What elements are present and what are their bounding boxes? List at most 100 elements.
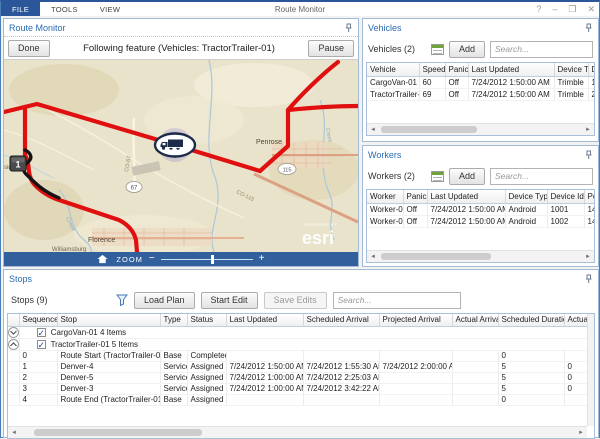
table-row[interactable]: 0 Route Start (TractorTrailer-01) Base C…: [8, 350, 595, 361]
col-status[interactable]: Status: [187, 314, 226, 326]
cell[interactable]: [226, 350, 303, 361]
cell[interactable]: Service: [160, 372, 187, 383]
group-row[interactable]: ✓ CargoVan-01 4 Items: [8, 326, 595, 338]
scrollbar-thumb[interactable]: [381, 253, 491, 260]
col-speed[interactable]: Speed: [419, 63, 445, 76]
add-vehicle-button[interactable]: Add: [449, 41, 485, 58]
cell[interactable]: 14: [584, 203, 595, 215]
cell[interactable]: 0: [498, 394, 564, 405]
cell[interactable]: Trimble: [554, 88, 588, 100]
cell[interactable]: 1: [588, 76, 595, 88]
scroll-right-icon[interactable]: ►: [582, 251, 594, 262]
zoom-in-button[interactable]: +: [259, 254, 265, 264]
cell[interactable]: [226, 394, 303, 405]
cell[interactable]: Service: [160, 383, 187, 394]
cell[interactable]: Off: [445, 88, 468, 100]
table-row[interactable]: CargoVan-01 60 Off 7/24/2012 1:50:00 AM …: [367, 76, 595, 88]
done-button[interactable]: Done: [8, 40, 50, 57]
load-plan-button[interactable]: Load Plan: [134, 292, 195, 309]
cell[interactable]: 7/24/2012 1:55:30 AM: [303, 361, 379, 372]
cell[interactable]: Denver-3: [57, 383, 160, 394]
cell[interactable]: [452, 394, 498, 405]
stops-search-input[interactable]: [333, 292, 461, 309]
cell[interactable]: 2: [588, 88, 595, 100]
cell[interactable]: 5: [498, 383, 564, 394]
col-device-type[interactable]: Device Type: [554, 63, 588, 76]
cell[interactable]: [452, 372, 498, 383]
col-device-id[interactable]: Device Id: [588, 63, 595, 76]
cell[interactable]: Base: [160, 350, 187, 361]
cell[interactable]: Off: [445, 76, 468, 88]
cell[interactable]: [452, 383, 498, 394]
col-last-updated[interactable]: Last Updated: [226, 314, 303, 326]
col-scheduled-arrival[interactable]: Scheduled Arrival: [303, 314, 379, 326]
save-edits-button[interactable]: Save Edits: [264, 292, 327, 309]
col-projected-arrival[interactable]: Projected Arrival: [379, 314, 452, 326]
cell[interactable]: Off: [403, 203, 427, 215]
horizontal-scrollbar[interactable]: ◄ ►: [367, 123, 594, 135]
scroll-left-icon[interactable]: ◄: [8, 427, 20, 438]
cell[interactable]: 4: [19, 394, 57, 405]
cell[interactable]: Completed: [187, 350, 226, 361]
menu-file[interactable]: FILE: [1, 2, 40, 16]
cell[interactable]: 7/24/2012 1:50:00 AM: [427, 215, 505, 227]
col-vehicle[interactable]: Vehicle: [367, 63, 419, 76]
cell[interactable]: 2: [19, 372, 57, 383]
add-worker-button[interactable]: Add: [449, 168, 485, 185]
scroll-left-icon[interactable]: ◄: [367, 124, 379, 135]
vertical-scrollbar[interactable]: [587, 314, 594, 426]
table-row[interactable]: 3 Denver-3 Service Assigned 7/24/2012 1:…: [8, 383, 595, 394]
cell[interactable]: [379, 372, 452, 383]
list-view-icon[interactable]: [431, 171, 444, 182]
col-per-hour[interactable]: Per H: [584, 190, 595, 203]
horizontal-scrollbar[interactable]: ◄ ►: [8, 426, 587, 438]
cell[interactable]: 7/24/2012 2:00:00 AM: [379, 361, 452, 372]
scroll-right-icon[interactable]: ►: [582, 124, 594, 135]
cell[interactable]: 5: [498, 372, 564, 383]
scrollbar-thumb[interactable]: [34, 429, 202, 436]
cell[interactable]: 69: [419, 88, 445, 100]
cell[interactable]: [303, 350, 379, 361]
cell[interactable]: Route End (TractorTrailer-01): [57, 394, 160, 405]
close-icon[interactable]: ✕: [587, 4, 595, 15]
menu-tools[interactable]: TOOLS: [40, 2, 89, 16]
cell[interactable]: 7/24/2012 1:00:00 AM: [226, 383, 303, 394]
col-last-updated[interactable]: Last Updated: [468, 63, 554, 76]
cell[interactable]: Assigned: [187, 394, 226, 405]
cell[interactable]: TractorTrailer-01: [367, 88, 419, 100]
table-row[interactable]: Worker-01 Off 7/24/2012 1:50:00 AM Andro…: [367, 203, 595, 215]
cell[interactable]: Assigned: [187, 383, 226, 394]
pause-button[interactable]: Pause: [308, 40, 354, 57]
minimize-icon[interactable]: –: [552, 4, 557, 14]
map-canvas[interactable]: 67 115 CO-67 CO-115 Creek Creek Penrose …: [4, 60, 358, 252]
scroll-left-icon[interactable]: ◄: [367, 251, 379, 262]
cell[interactable]: 0: [498, 350, 564, 361]
col-panic[interactable]: Panic: [445, 63, 468, 76]
pin-icon[interactable]: [342, 22, 353, 33]
table-row[interactable]: 1 Denver-4 Service Assigned 7/24/2012 1:…: [8, 361, 595, 372]
filter-icon[interactable]: [115, 294, 128, 307]
table-row[interactable]: 2 Denver-5 Service Assigned 7/24/2012 1:…: [8, 372, 595, 383]
col-type[interactable]: Type: [160, 314, 187, 326]
cell[interactable]: 7/24/2012 1:50:00 AM: [226, 361, 303, 372]
scrollbar-thumb[interactable]: [381, 126, 477, 133]
home-icon[interactable]: [97, 254, 108, 265]
group-row[interactable]: ✓ TractorTrailer-01 5 Items: [8, 338, 595, 350]
col-device-id[interactable]: Device Id: [547, 190, 584, 203]
cell[interactable]: [303, 394, 379, 405]
cell[interactable]: Denver-5: [57, 372, 160, 383]
col-device-type[interactable]: Device Type: [505, 190, 547, 203]
cell[interactable]: 7/24/2012 1:00:00 AM: [226, 372, 303, 383]
cell[interactable]: Android: [505, 203, 547, 215]
pin-icon[interactable]: [582, 22, 593, 33]
maximize-icon[interactable]: ❐: [568, 4, 576, 15]
cell[interactable]: Android: [505, 215, 547, 227]
cell[interactable]: 1: [19, 361, 57, 372]
horizontal-scrollbar[interactable]: ◄ ►: [367, 250, 594, 262]
zoom-out-button[interactable]: −: [149, 254, 155, 264]
cell[interactable]: [452, 350, 498, 361]
cell[interactable]: 7/24/2012 1:50:00 AM: [427, 203, 505, 215]
cell[interactable]: 7/24/2012 2:25:03 AM: [303, 372, 379, 383]
cell[interactable]: Denver-4: [57, 361, 160, 372]
col-scheduled-duration[interactable]: Scheduled Duration: [498, 314, 564, 326]
